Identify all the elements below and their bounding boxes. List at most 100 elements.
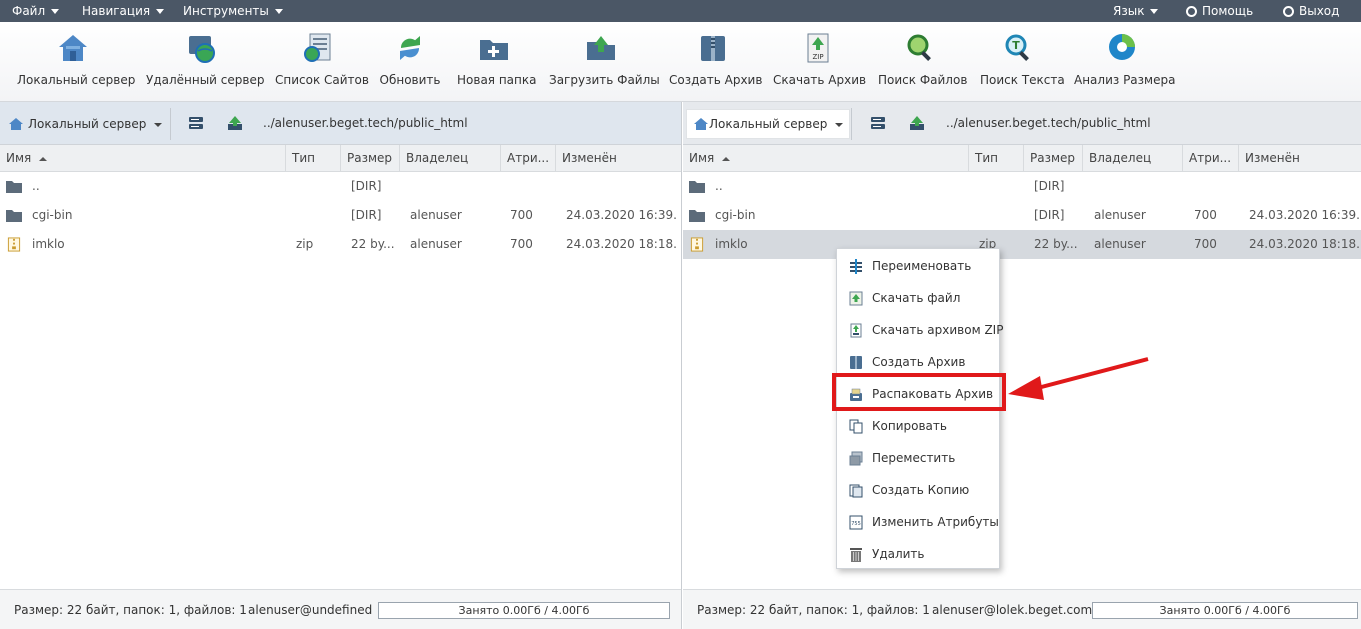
column-modified-label: Изменён xyxy=(562,151,617,165)
context-item-move[interactable]: Переместить xyxy=(837,442,999,474)
context-item-label: Изменить Атрибуты xyxy=(872,515,999,529)
menu-file[interactable]: Файл xyxy=(12,0,60,22)
new-folder-icon xyxy=(480,40,508,60)
server-icon[interactable] xyxy=(869,115,887,131)
context-item-duplicate[interactable]: Создать Копию xyxy=(837,474,999,506)
context-item-copy[interactable]: Копировать xyxy=(837,410,999,442)
menu-help[interactable]: Помощь xyxy=(1186,0,1253,22)
right-server-label: Локальный сервер xyxy=(709,117,828,131)
toolbar-remote-server-button[interactable]: Удалённый сервер xyxy=(146,32,264,87)
folder-icon xyxy=(6,210,22,222)
chevron-down-icon xyxy=(1150,9,1159,14)
table-row-selected[interactable]: imklo zip 22 by... alenuser 700 24.03.20… xyxy=(683,230,1361,259)
toolbar-size-analysis-button[interactable]: Анализ Размера xyxy=(1074,32,1176,87)
table-row[interactable]: cgi-bin [DIR] alenuser 700 24.03.2020 16… xyxy=(683,201,1361,230)
toolbar-new-folder-button[interactable]: Новая папка xyxy=(457,32,536,87)
menu-tools[interactable]: Инструменты xyxy=(183,0,283,22)
toolbar-upload-button[interactable]: Загрузить Файлы xyxy=(549,32,660,87)
zip-file-icon xyxy=(7,237,21,252)
column-owner[interactable]: Владелец xyxy=(400,145,501,172)
column-modified[interactable]: Изменён xyxy=(1239,145,1361,172)
context-item-download-zip[interactable]: Скачать архивом ZIP xyxy=(837,314,1003,346)
file-modified: 24.03.2020 18:18... xyxy=(566,237,678,251)
menu-logout[interactable]: Выход xyxy=(1283,0,1339,22)
file-modified: 24.03.2020 16:39... xyxy=(566,208,678,222)
column-attrs[interactable]: Атри... xyxy=(501,145,556,172)
left-quota-bar: Занято 0.00Гб / 4.00Гб xyxy=(378,602,670,619)
file-name: cgi-bin xyxy=(715,208,756,222)
right-path-text: ../alenuser.beget.tech/public_html xyxy=(946,116,1151,130)
file-owner: alenuser xyxy=(410,237,462,251)
pie-chart-icon xyxy=(1109,34,1135,60)
divider xyxy=(851,108,852,140)
column-modified[interactable]: Изменён xyxy=(556,145,682,172)
file-name: .. xyxy=(32,179,40,193)
chevron-down-icon xyxy=(156,9,165,14)
download-file-icon xyxy=(849,291,863,306)
column-attrs[interactable]: Атри... xyxy=(1183,145,1239,172)
file-owner: alenuser xyxy=(1094,208,1146,222)
table-row[interactable]: .. [DIR] xyxy=(683,172,1361,201)
toolbar-text-search-button[interactable]: T Поиск Текста xyxy=(980,32,1065,87)
column-modified-label: Изменён xyxy=(1245,151,1300,165)
highlight-box xyxy=(832,373,1006,411)
column-size[interactable]: Размер xyxy=(1024,145,1083,172)
file-size: 22 by... xyxy=(351,237,395,251)
table-row[interactable]: cgi-bin [DIR] alenuser 700 24.03.2020 16… xyxy=(0,201,681,230)
toolbar-create-archive-button[interactable]: Создать Архив xyxy=(669,32,763,87)
column-size[interactable]: Размер xyxy=(341,145,400,172)
file-size: [DIR] xyxy=(351,179,382,193)
context-item-rename[interactable]: Переименовать xyxy=(837,250,999,282)
home-icon xyxy=(9,118,23,130)
right-file-list: .. [DIR] cgi-bin [DIR] alenuser 700 24.0… xyxy=(683,172,1361,259)
toolbar-local-server-button[interactable]: Локальный сервер xyxy=(17,32,135,87)
sort-asc-icon xyxy=(39,156,48,161)
attributes-icon: 755 xyxy=(849,515,863,530)
file-attrs: 700 xyxy=(1194,237,1217,251)
column-type[interactable]: Тип xyxy=(286,145,341,172)
table-row[interactable]: .. [DIR] xyxy=(0,172,681,201)
left-file-list: .. [DIR] cgi-bin [DIR] alenuser 700 24.0… xyxy=(0,172,681,259)
toolbar-download-archive-button[interactable]: ZIP Скачать Архив xyxy=(773,32,866,87)
svg-text:ZIP: ZIP xyxy=(812,53,823,61)
menu-tools-label: Инструменты xyxy=(183,4,269,18)
menu-navigation[interactable]: Навигация xyxy=(82,0,165,22)
column-owner[interactable]: Владелец xyxy=(1083,145,1183,172)
toolbar-file-search-button[interactable]: Поиск Файлов xyxy=(878,32,967,87)
left-server-select[interactable]: Локальный сервер xyxy=(6,113,163,135)
column-size-label: Размер xyxy=(1030,151,1076,165)
remote-server-icon xyxy=(189,36,215,63)
svg-text:755: 755 xyxy=(851,521,861,527)
context-item-attributes[interactable]: 755 Изменить Атрибуты xyxy=(837,506,999,538)
file-modified: 24.03.2020 16:39... xyxy=(1249,208,1361,222)
upload-dir-icon[interactable] xyxy=(908,115,926,131)
create-archive-icon xyxy=(850,356,862,369)
left-panel: Локальный сервер ../alenuser.beget.tech/… xyxy=(0,102,682,629)
upload-icon xyxy=(586,36,615,60)
toolbar-refresh-button[interactable]: Обновить xyxy=(379,32,441,87)
file-size: [DIR] xyxy=(351,208,382,222)
column-name[interactable]: Имя xyxy=(0,145,286,172)
home-icon xyxy=(59,35,87,61)
file-name: cgi-bin xyxy=(32,208,73,222)
column-type[interactable]: Тип xyxy=(969,145,1024,172)
context-item-label: Создать Архив xyxy=(872,355,966,369)
file-modified xyxy=(566,172,678,201)
upload-dir-icon[interactable] xyxy=(226,115,244,131)
toolbar-label: Анализ Размера xyxy=(1074,73,1176,87)
server-icon[interactable] xyxy=(187,115,205,131)
menu-language[interactable]: Язык xyxy=(1113,0,1159,22)
archive-icon xyxy=(700,36,725,61)
duplicate-icon xyxy=(849,484,863,498)
column-name[interactable]: Имя xyxy=(683,145,969,172)
toolbar-sites-list-button[interactable]: Список Сайтов xyxy=(275,32,369,87)
right-server-select[interactable]: Локальный сервер xyxy=(686,109,851,139)
toolbar-label: Создать Архив xyxy=(669,73,763,87)
context-item-label: Копировать xyxy=(872,419,947,433)
context-item-download-file[interactable]: Скачать файл xyxy=(837,282,999,314)
text-search-icon: T xyxy=(1005,34,1029,61)
context-item-delete[interactable]: Удалить xyxy=(837,538,999,570)
table-row[interactable]: imklo zip 22 by... alenuser 700 24.03.20… xyxy=(0,230,681,259)
left-path-bar: Локальный сервер ../alenuser.beget.tech/… xyxy=(0,102,681,145)
zip-download-icon: ZIP xyxy=(807,33,829,63)
